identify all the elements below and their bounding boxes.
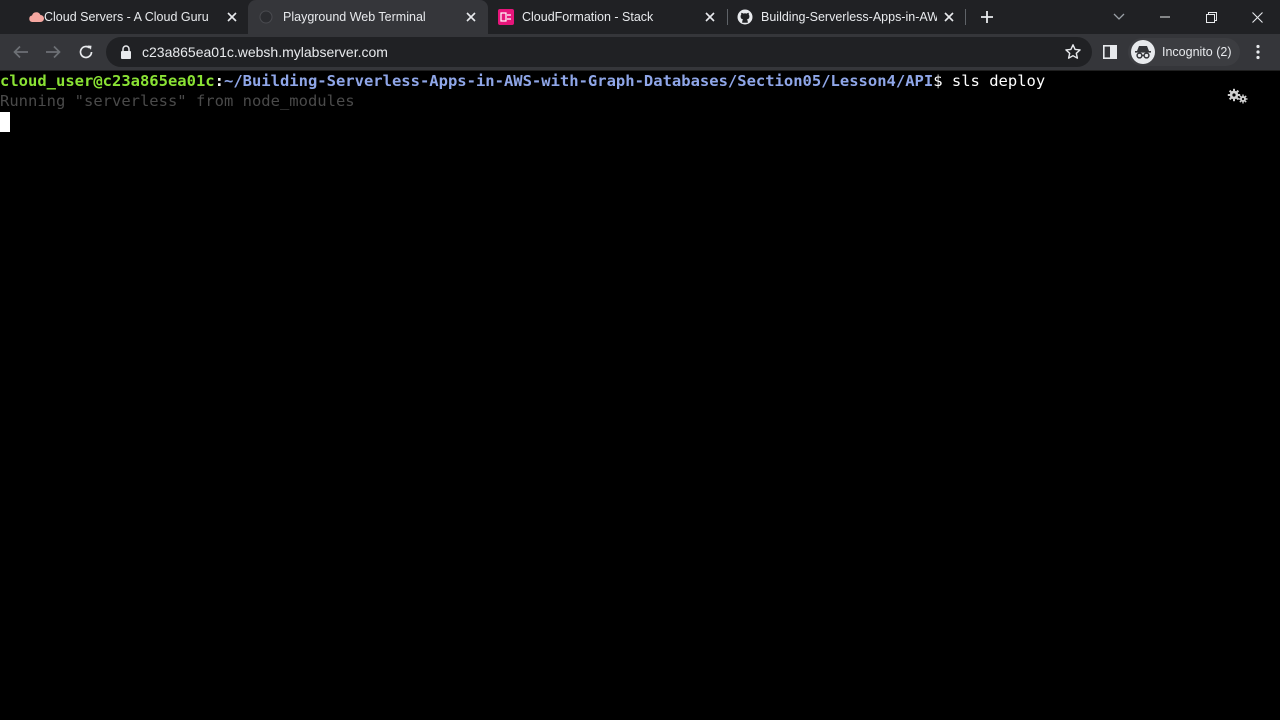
- tab-github-repo[interactable]: Building-Serverless-Apps-in-AWS: [728, 0, 964, 34]
- address-bar[interactable]: c23a865ea01c.websh.mylabserver.com: [106, 37, 1092, 67]
- incognito-badge[interactable]: Incognito (2): [1128, 38, 1240, 66]
- tab-title: CloudFormation - Stack: [522, 10, 654, 24]
- lock-icon[interactable]: [120, 45, 132, 59]
- prompt-user: cloud_user@c23a865ea01c: [0, 72, 215, 90]
- prompt-command: $ sls deploy: [933, 72, 1046, 90]
- tab-playground-web-terminal[interactable]: Playground Web Terminal: [248, 0, 488, 34]
- reload-button[interactable]: [73, 40, 99, 64]
- more-vert-icon: [1256, 44, 1260, 60]
- reload-icon: [79, 45, 93, 59]
- close-icon[interactable]: [463, 9, 479, 25]
- minimize-button[interactable]: [1142, 0, 1188, 34]
- browser-toolbar: c23a865ea01c.websh.mylabserver.com Incog…: [0, 34, 1280, 71]
- close-icon[interactable]: [941, 9, 957, 25]
- tab-title: Playground Web Terminal: [283, 10, 426, 24]
- incognito-icon: [1131, 40, 1155, 64]
- tab-cloud-servers[interactable]: Cloud Servers - A Cloud Guru: [8, 0, 248, 34]
- incognito-label: Incognito (2): [1162, 45, 1232, 59]
- terminal-view[interactable]: cloud_user@c23a865ea01c:~/Building-Serve…: [0, 71, 1280, 720]
- tab-strip: Cloud Servers - A Cloud Guru Playground …: [0, 0, 1280, 34]
- terminal-output-line: Running "serverless" from node_modules: [0, 92, 355, 110]
- terminal-cursor: [0, 112, 10, 132]
- prompt-colon: :: [214, 72, 224, 90]
- tab-title: Cloud Servers - A Cloud Guru: [44, 10, 209, 24]
- prompt-line: cloud_user@c23a865ea01c:~/Building-Serve…: [0, 71, 1045, 91]
- tab-cloudformation-stack[interactable]: CloudFormation - Stack: [488, 0, 728, 34]
- star-icon[interactable]: [1064, 43, 1082, 61]
- url-text[interactable]: c23a865ea01c.websh.mylabserver.com: [142, 44, 388, 60]
- restore-icon: [1205, 11, 1217, 23]
- close-window-button[interactable]: [1234, 0, 1280, 34]
- new-tab-button[interactable]: [974, 5, 1000, 29]
- forward-button[interactable]: [40, 40, 66, 64]
- browser-menu-button[interactable]: [1245, 40, 1271, 64]
- terminal-globe-icon: [258, 9, 274, 25]
- chevron-down-icon: [1113, 13, 1125, 20]
- close-icon[interactable]: [702, 9, 718, 25]
- side-panel-icon: [1103, 45, 1117, 59]
- settings-gears-icon[interactable]: [1226, 87, 1250, 105]
- prompt-path: ~/Building-Serverless-Apps-in-AWS-with-G…: [223, 72, 934, 90]
- plus-icon: [981, 11, 993, 23]
- tab-separator: [965, 9, 966, 25]
- close-icon[interactable]: [224, 9, 240, 25]
- arrow-right-icon: [46, 45, 61, 59]
- arrow-left-icon: [13, 45, 28, 59]
- cloud-icon: [28, 9, 44, 25]
- back-button[interactable]: [8, 40, 34, 64]
- restore-button[interactable]: [1188, 0, 1234, 34]
- tab-title: Building-Serverless-Apps-in-AWS: [761, 10, 937, 24]
- close-icon: [1251, 11, 1263, 23]
- tab-search-button[interactable]: [1096, 0, 1142, 34]
- github-icon: [737, 9, 753, 25]
- minimize-icon: [1160, 16, 1170, 18]
- side-panel-button[interactable]: [1097, 40, 1123, 64]
- cloudformation-icon: [498, 9, 514, 25]
